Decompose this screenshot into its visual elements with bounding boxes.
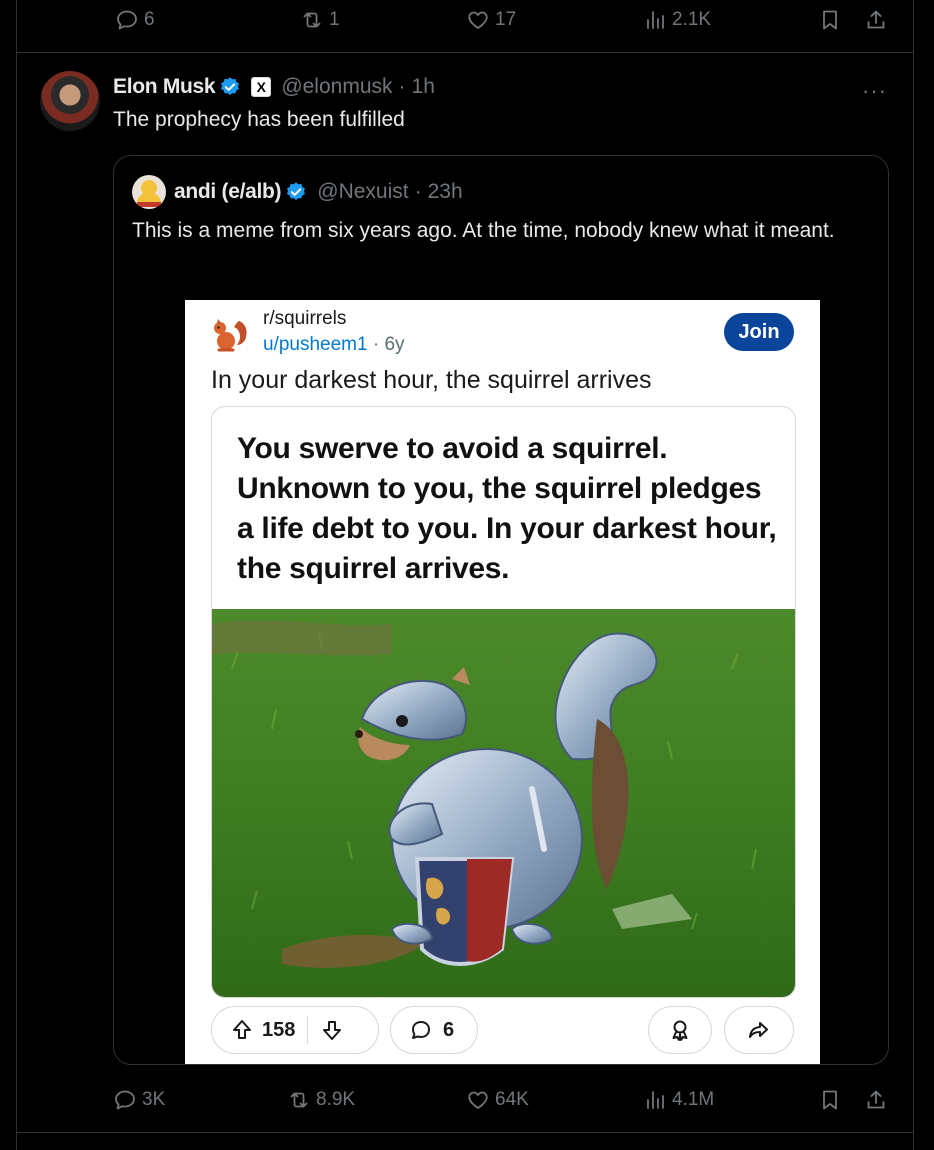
reply-button[interactable]: 3K [113, 1085, 165, 1115]
meme-caption: You swerve to avoid a squirrel. Unknown … [237, 432, 777, 585]
tweet-header: Elon Musk X @elonmusk · 1h [113, 71, 435, 103]
heart-icon [468, 1091, 488, 1109]
repost-button[interactable]: 1 [300, 5, 340, 35]
subreddit-name: r/squirrels [263, 308, 347, 329]
x-affiliate-icon[interactable]: X [251, 77, 272, 97]
join-button: Join [724, 313, 794, 351]
more-options-icon[interactable]: ··· [862, 78, 887, 104]
repost-button[interactable]: 8.9K [287, 1085, 355, 1115]
header-separator: · [398, 75, 406, 98]
repost-count: 1 [329, 9, 340, 30]
like-button[interactable]: 64K [466, 1085, 529, 1115]
quoted-tweet-header: andi (e/alb) @Nexuist · 23h [132, 175, 463, 209]
tweet-actions: 3K 8.9K 64K 4.1M [0, 1085, 934, 1115]
reply-icon [117, 10, 137, 30]
meme-image: You swerve to avoid a squirrel. Unknown … [211, 406, 796, 998]
award-icon [672, 1020, 688, 1041]
bookmark-button[interactable] [818, 5, 842, 35]
post-author: u/pusheem1 [263, 334, 368, 355]
downvote-icon [323, 1021, 342, 1040]
post-meta-dot: · [372, 334, 380, 355]
comment-count: 6 [443, 1018, 455, 1041]
tweet-divider [16, 52, 914, 53]
avatar[interactable] [40, 71, 100, 131]
upvote-count: 158 [262, 1018, 296, 1041]
upvote-icon [233, 1020, 251, 1039]
bookmark-icon [823, 1090, 837, 1110]
share-icon [867, 1090, 885, 1109]
share-control [724, 1006, 794, 1054]
tweet-time[interactable]: 1h [412, 75, 435, 99]
verified-badge-icon [221, 77, 240, 95]
squirrel-icon [214, 319, 247, 352]
previous-tweet-actions: 6 1 17 2.1K [0, 5, 934, 35]
quoted-tweet[interactable]: andi (e/alb) @Nexuist · 23h This is a me… [113, 155, 889, 1065]
views-icon [647, 1091, 664, 1109]
repost-count: 8.9K [316, 1089, 356, 1110]
share-icon [867, 10, 885, 29]
like-count: 64K [495, 1089, 529, 1110]
reply-count: 3K [142, 1089, 166, 1110]
views-count: 2.1K [672, 9, 712, 30]
views-icon [647, 11, 664, 29]
reply-count: 6 [144, 9, 155, 30]
post-age: 6y [384, 334, 405, 355]
post-meta: u/pusheem1 · 6y [263, 334, 405, 356]
views-button[interactable]: 4.1M [643, 1085, 714, 1115]
comments-control: 6 [390, 1006, 478, 1054]
reply-icon [115, 1090, 135, 1110]
tweet-text: The prophecy has been fulfilled [113, 108, 405, 131]
bookmark-button[interactable] [818, 1085, 842, 1115]
quoted-time: 23h [427, 180, 463, 203]
quoted-separator: · [414, 180, 422, 203]
reply-button[interactable]: 6 [115, 5, 155, 35]
like-button[interactable]: 17 [466, 5, 516, 35]
quoted-avatar [132, 175, 166, 209]
quoted-tweet-text: This is a meme from six years ago. At th… [132, 219, 835, 242]
share-button[interactable] [864, 5, 888, 35]
reddit-screenshot[interactable]: r/squirrels u/pusheem1 · 6y Join In your… [185, 300, 820, 1064]
vote-control: 158 [211, 1006, 379, 1054]
repost-icon [303, 12, 321, 28]
share-button[interactable] [864, 1085, 888, 1115]
like-count: 17 [495, 9, 517, 30]
vote-divider [307, 1016, 309, 1044]
armored-squirrel-image [212, 609, 795, 997]
tweet-divider [16, 1132, 914, 1133]
comment-icon [412, 1021, 430, 1039]
author-name[interactable]: Elon Musk [113, 75, 216, 99]
verified-badge-icon [287, 182, 306, 200]
author-handle[interactable]: @elonmusk [281, 75, 392, 99]
award-control [648, 1006, 712, 1054]
heart-icon [468, 11, 488, 29]
post-title: In your darkest hour, the squirrel arriv… [211, 366, 652, 394]
quoted-author-name: andi (e/alb) [174, 180, 282, 203]
views-count: 4.1M [672, 1089, 715, 1110]
bookmark-icon [823, 10, 837, 30]
quoted-handle: @Nexuist [317, 180, 409, 203]
repost-icon [290, 1092, 308, 1108]
views-button[interactable]: 2.1K [643, 5, 711, 35]
reddit-share-icon [749, 1022, 768, 1038]
